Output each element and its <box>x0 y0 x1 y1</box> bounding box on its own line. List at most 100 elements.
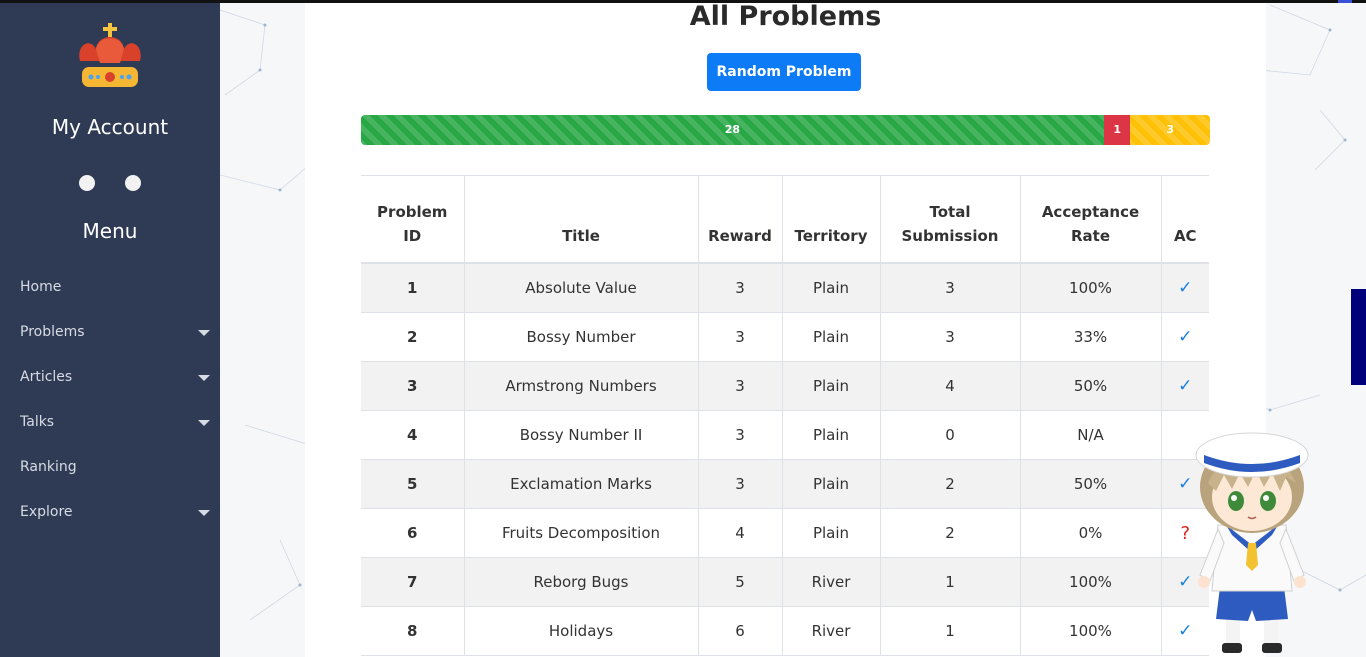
cell-title[interactable]: Bossy Number II <box>464 410 699 460</box>
cell-title[interactable]: Fruits Decomposition <box>464 508 699 558</box>
cell-territory: Plain <box>782 459 881 509</box>
progress-segment-pending: 3 <box>1130 115 1210 145</box>
check-icon: ✓ <box>1178 278 1193 298</box>
caret-down-icon <box>198 375 210 381</box>
cell-problem-id: 2 <box>361 312 465 362</box>
sidebar-item-ranking[interactable]: Ranking <box>0 445 220 490</box>
table-row[interactable]: 2 Bossy Number 3 Plain 3 33% ✓ <box>361 312 1209 362</box>
cell-problem-id: 3 <box>361 361 465 411</box>
account-title[interactable]: My Account <box>0 115 220 139</box>
cell-acceptance-rate: 100% <box>1020 263 1162 313</box>
cell-problem-id: 8 <box>361 606 465 656</box>
sidebar-item-label: Explore <box>20 504 73 520</box>
cell-acceptance-rate: 50% <box>1020 459 1162 509</box>
table-header-row: Problem ID Title Reward Territory Total Su… <box>361 175 1209 264</box>
cell-reward: 3 <box>698 410 783 460</box>
cell-territory: Plain <box>782 361 881 411</box>
progress-bar: 28 1 3 <box>361 115 1210 145</box>
sidebar-item-explore[interactable]: Explore <box>0 490 220 535</box>
table-row[interactable]: 7 Reborg Bugs 5 River 1 100% ✓ <box>361 557 1209 607</box>
sidebar-item-problems[interactable]: Problems <box>0 310 220 355</box>
cell-title[interactable]: Holidays <box>464 606 699 656</box>
cell-reward: 3 <box>698 312 783 362</box>
cell-problem-id: 1 <box>361 263 465 313</box>
sailor-mascot[interactable] <box>1180 425 1325 657</box>
cell-acceptance-rate: 0% <box>1020 508 1162 558</box>
cell-title[interactable]: Reborg Bugs <box>464 557 699 607</box>
page-title: All Problems <box>689 1 882 32</box>
cell-reward: 5 <box>698 557 783 607</box>
progress-segment-accepted: 28 <box>361 115 1104 145</box>
top-border <box>0 0 1366 3</box>
table-row[interactable]: 5 Exclamation Marks 3 Plain 2 50% ✓ <box>361 459 1209 509</box>
table-row[interactable]: 4 Bossy Number II 3 Plain 0 N/A <box>361 410 1209 460</box>
sidebar: My Account Menu Home Problems Articles T… <box>0 3 220 657</box>
column-header-acceptance[interactable]: Acceptance Rate <box>1020 175 1162 264</box>
cell-submissions: 0 <box>880 410 1021 460</box>
column-header-reward[interactable]: Reward <box>698 175 783 264</box>
column-header-ac[interactable]: AC <box>1161 175 1209 264</box>
cell-submissions: 1 <box>880 557 1021 607</box>
crown-icon[interactable] <box>76 23 144 93</box>
cell-territory: River <box>782 606 881 656</box>
cell-ac: ✓ <box>1161 312 1209 362</box>
sidebar-item-label: Talks <box>20 414 55 430</box>
column-header-id[interactable]: Problem ID <box>361 175 465 264</box>
top-border-accent <box>1338 0 1352 3</box>
sidebar-item-home[interactable]: Home <box>0 265 220 310</box>
cell-submissions: 3 <box>880 312 1021 362</box>
table-row[interactable]: 3 Armstrong Numbers 3 Plain 4 50% ✓ <box>361 361 1209 411</box>
cell-acceptance-rate: N/A <box>1020 410 1162 460</box>
cell-acceptance-rate: 100% <box>1020 557 1162 607</box>
check-icon: ✓ <box>1178 327 1193 347</box>
cell-territory: Plain <box>782 508 881 558</box>
sidebar-item-label: Problems <box>20 324 85 340</box>
sidebar-item-label: Articles <box>20 369 73 385</box>
cell-ac: ✓ <box>1161 263 1209 313</box>
cell-reward: 3 <box>698 459 783 509</box>
caret-down-icon <box>198 330 210 336</box>
cell-title[interactable]: Exclamation Marks <box>464 459 699 509</box>
cell-territory: Plain <box>782 410 881 460</box>
sidebar-nav: Home Problems Articles Talks Ranking Exp… <box>0 265 220 535</box>
cell-submissions: 2 <box>880 508 1021 558</box>
progress-segment-wrong: 1 <box>1103 115 1131 145</box>
check-icon: ✓ <box>1178 376 1193 396</box>
cell-submissions: 1 <box>880 606 1021 656</box>
scroll-marker[interactable] <box>1351 289 1366 385</box>
avatar-dots <box>79 175 143 191</box>
sidebar-item-label: Home <box>20 279 62 295</box>
cell-submissions: 4 <box>880 361 1021 411</box>
menu-title: Menu <box>82 219 138 243</box>
cell-ac: ✓ <box>1161 361 1209 411</box>
caret-down-icon <box>198 510 210 516</box>
main-panel: All Problems Random Problem 28 1 3 Probl… <box>305 0 1266 657</box>
cell-territory: Plain <box>782 263 881 313</box>
dot-icon <box>79 175 95 191</box>
cell-reward: 4 <box>698 508 783 558</box>
table-row[interactable]: 6 Fruits Decomposition 4 Plain 2 0%? <box>361 508 1209 558</box>
cell-problem-id: 5 <box>361 459 465 509</box>
column-header-title[interactable]: Title <box>464 175 699 264</box>
cell-territory: Plain <box>782 312 881 362</box>
cell-problem-id: 4 <box>361 410 465 460</box>
cell-reward: 3 <box>698 263 783 313</box>
column-header-territory[interactable]: Territory <box>782 175 881 264</box>
problems-table: Problem ID Title Reward Territory Total Su… <box>361 175 1209 656</box>
column-header-submission[interactable]: Total Submission <box>880 175 1021 264</box>
cell-acceptance-rate: 50% <box>1020 361 1162 411</box>
cell-title[interactable]: Armstrong Numbers <box>464 361 699 411</box>
sidebar-item-talks[interactable]: Talks <box>0 400 220 445</box>
caret-down-icon <box>198 420 210 426</box>
cell-acceptance-rate: 100% <box>1020 606 1162 656</box>
cell-title[interactable]: Bossy Number <box>464 312 699 362</box>
random-problem-button[interactable]: Random Problem <box>707 53 861 91</box>
cell-problem-id: 7 <box>361 557 465 607</box>
sidebar-item-articles[interactable]: Articles <box>0 355 220 400</box>
cell-problem-id: 6 <box>361 508 465 558</box>
cell-reward: 3 <box>698 361 783 411</box>
sidebar-item-label: Ranking <box>20 459 77 475</box>
table-row[interactable]: 8 Holidays 6 River 1 100% ✓ <box>361 606 1209 656</box>
table-row[interactable]: 1 Absolute Value 3 Plain 3 100% ✓ <box>361 263 1209 313</box>
cell-title[interactable]: Absolute Value <box>464 263 699 313</box>
